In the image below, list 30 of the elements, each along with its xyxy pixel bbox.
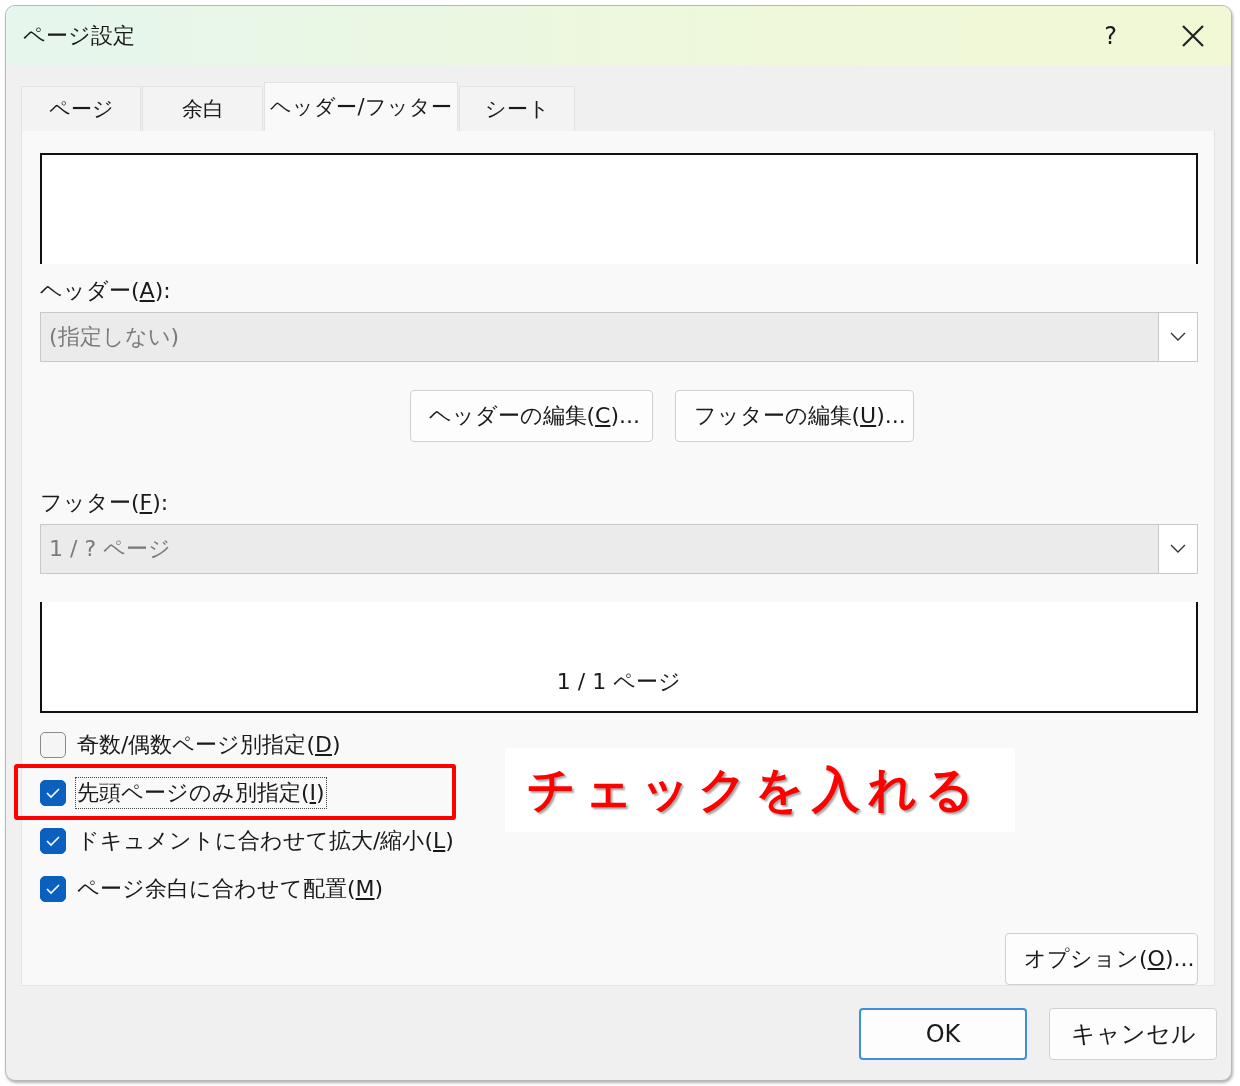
tab[interactable]: 余白 [142, 86, 263, 131]
chevron-down-icon [1170, 332, 1186, 343]
field-label: フッター(F): [40, 489, 170, 518]
checkmark-icon [45, 835, 61, 847]
checkbox-label[interactable]: 奇数/偶数ページ別指定(D) [75, 729, 343, 761]
checkbox[interactable] [40, 732, 66, 758]
close-button[interactable] [1181, 24, 1205, 48]
checkmark-icon [45, 883, 61, 895]
edit-button[interactable]: ヘッダーの編集(C)... [409, 390, 653, 443]
ok-button[interactable]: OK [859, 1008, 1027, 1060]
tab[interactable]: ヘッダー/フッター [264, 82, 458, 131]
close-icon [1181, 24, 1205, 48]
checkmark-icon [45, 787, 61, 799]
tab[interactable]: シート [459, 86, 575, 131]
window-title: ページ設定 [23, 22, 135, 50]
checkbox[interactable] [40, 828, 66, 854]
preview-text: 1 / 1 ページ [556, 668, 682, 696]
chevron-down-icon [1170, 544, 1186, 555]
options-button[interactable]: オプション(O)... [1005, 933, 1198, 985]
checkbox-label[interactable]: ドキュメントに合わせて拡大/縮小(L) [75, 825, 456, 857]
checkbox[interactable] [40, 876, 66, 902]
checkbox[interactable] [40, 780, 66, 806]
cancel-button[interactable]: キャンセル [1049, 1008, 1217, 1060]
field-label: ヘッダー(A): [40, 277, 172, 306]
checkbox-label[interactable]: 先頭ページのみ別指定(I) [75, 777, 327, 809]
tab[interactable]: ページ [21, 86, 141, 131]
annotation-text: チェックを入れる [505, 748, 1015, 832]
help-button[interactable]: ? [1104, 22, 1117, 50]
edit-button[interactable]: フッターの編集(U)... [674, 390, 914, 443]
checkbox-label[interactable]: ページ余白に合わせて配置(M) [75, 873, 386, 905]
